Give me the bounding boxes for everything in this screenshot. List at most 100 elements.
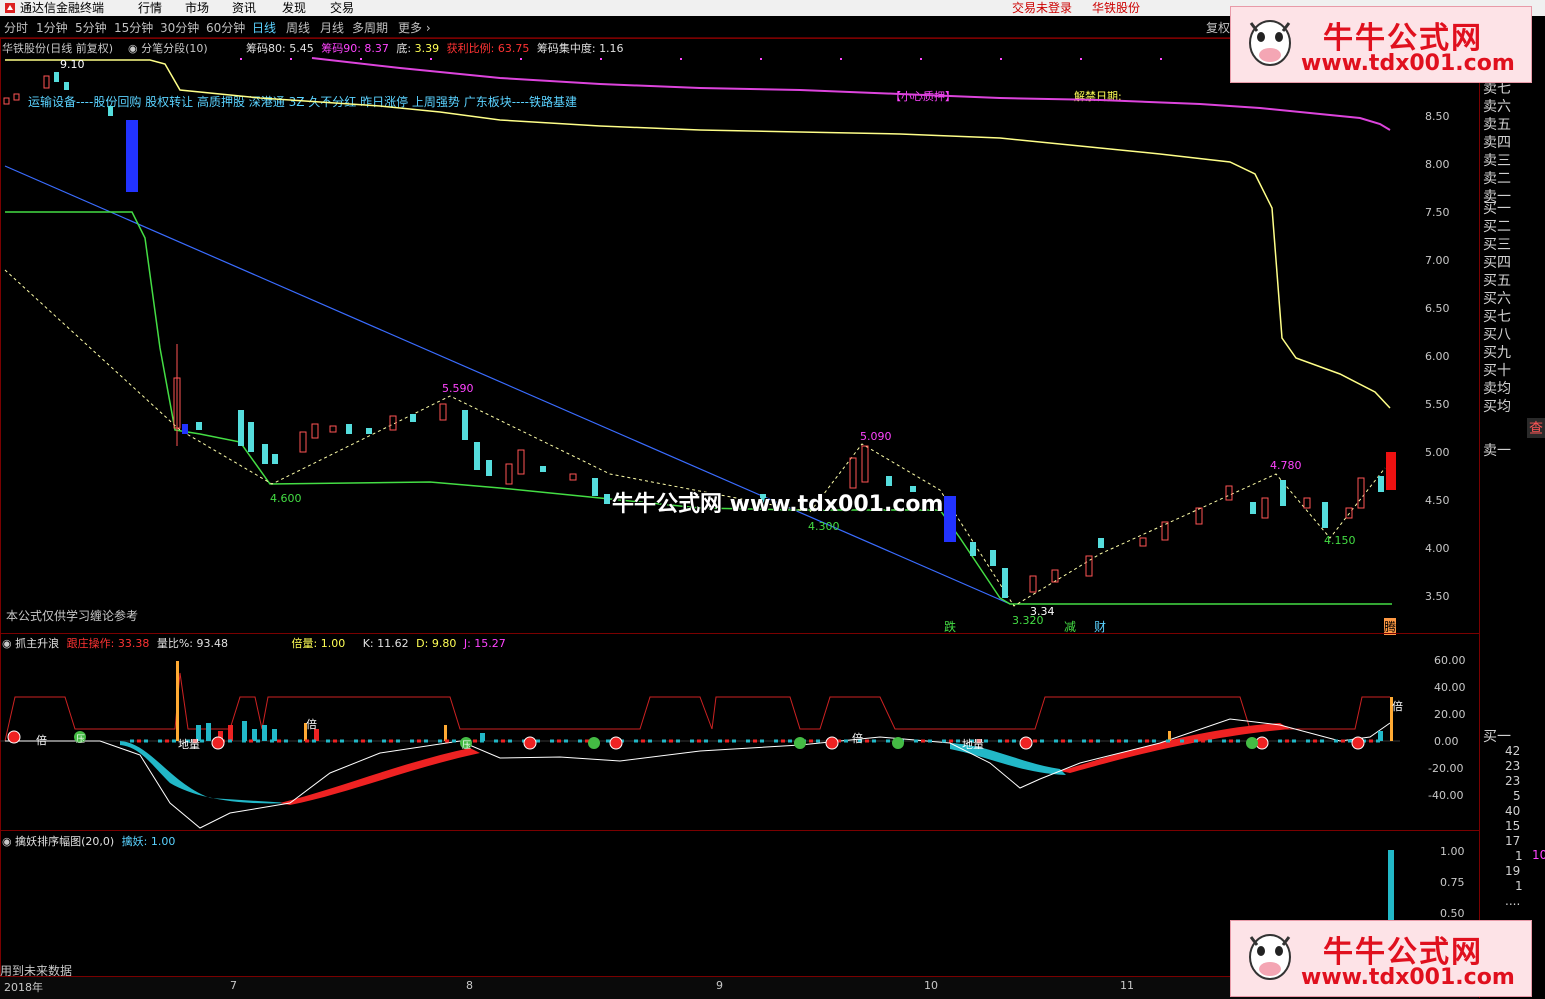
buy-one-label[interactable]: 买一 xyxy=(1483,726,1511,746)
period-5min[interactable]: 5分钟 xyxy=(75,19,107,36)
candlestick-chart[interactable] xyxy=(0,38,1478,632)
sub2-f1-label: 擒妖: xyxy=(121,835,148,848)
y-tick: 7.00 xyxy=(1425,254,1450,267)
sub2-f1-value: 1.00 xyxy=(150,835,176,848)
y-tick: 5.50 xyxy=(1425,398,1450,411)
buy-level[interactable]: 买五 xyxy=(1483,270,1511,290)
sell-level[interactable]: 卖五 xyxy=(1483,114,1511,134)
marker-double-volume: 倍 xyxy=(852,732,863,745)
y-tick: 7.50 xyxy=(1425,206,1450,219)
y-tick: 0.00 xyxy=(1434,735,1459,748)
sell-level[interactable]: 卖三 xyxy=(1483,150,1511,170)
date-label: 2018年 xyxy=(4,981,43,994)
menu-news[interactable]: 资讯 xyxy=(232,0,256,16)
y-tick: -20.00 xyxy=(1428,762,1464,775)
y-tick: 8.00 xyxy=(1425,158,1450,171)
support-line xyxy=(5,211,1392,605)
period-monthly[interactable]: 月线 xyxy=(320,19,344,36)
period-intraday[interactable]: 分时 xyxy=(4,19,28,36)
date-label: 10 xyxy=(924,979,938,992)
red-ribbon-2 xyxy=(1060,723,1290,773)
cyan-ribbon xyxy=(120,741,290,804)
buy-level[interactable]: 买九 xyxy=(1483,342,1511,362)
buy-average: 买均 xyxy=(1483,399,1511,415)
candles xyxy=(3,72,1396,598)
sell-average: 卖均 xyxy=(1483,381,1511,397)
indicator-chart-1[interactable] xyxy=(0,633,1478,829)
sell-level[interactable]: 卖四 xyxy=(1483,132,1511,152)
red-ribbon xyxy=(280,748,480,805)
y-tick: 8.50 xyxy=(1425,110,1450,123)
period-toolbar: 分时 1分钟 5分钟 15分钟 30分钟 60分钟 日线 周线 月线 多周期 更… xyxy=(0,17,1230,38)
period-1min[interactable]: 1分钟 xyxy=(36,19,68,36)
date-label: 7 xyxy=(230,979,237,992)
cow-logo-icon xyxy=(1249,934,1291,980)
buy-level[interactable]: 买七 xyxy=(1483,306,1511,326)
sell-one-label[interactable]: 卖一 xyxy=(1483,440,1511,460)
depth-value: 17 xyxy=(1505,834,1521,848)
buy-level[interactable]: 买六 xyxy=(1483,288,1511,308)
period-15min[interactable]: 15分钟 xyxy=(114,19,153,36)
y-tick: 20.00 xyxy=(1434,708,1466,721)
menu-trade[interactable]: 交易 xyxy=(330,0,354,16)
y-tick: 4.50 xyxy=(1425,494,1450,507)
kdj-line xyxy=(5,718,1391,829)
depth-value: 19 xyxy=(1505,864,1521,878)
depth-value: 1 xyxy=(1515,849,1523,863)
zigzag-line xyxy=(4,269,1386,607)
trend-line xyxy=(4,165,1011,605)
pivot-label: 3.320 xyxy=(1012,614,1044,627)
menu-discover[interactable]: 发现 xyxy=(282,0,306,16)
depth-side-count: 10 xyxy=(1532,848,1545,862)
y-tick: 0.50 xyxy=(1440,907,1465,920)
pivot-label: 5.590 xyxy=(442,382,474,395)
y-tick: 5.00 xyxy=(1425,446,1450,459)
period-60min[interactable]: 60分钟 xyxy=(206,19,245,36)
sell-level[interactable]: 卖六 xyxy=(1483,96,1511,116)
watermark-bottom: 牛牛公式网 www.tdx001.com xyxy=(1230,920,1532,997)
period-30min[interactable]: 30分钟 xyxy=(160,19,199,36)
buy-level[interactable]: 买二 xyxy=(1483,216,1511,236)
top-dots xyxy=(240,58,1302,60)
watermark-top: 牛牛公式网 www.tdx001.com xyxy=(1230,6,1532,83)
depth-value: 1 xyxy=(1515,879,1523,893)
depth-value: .... xyxy=(1505,894,1521,908)
zone-line xyxy=(4,672,1390,742)
marker-low-volume: 地量 xyxy=(178,738,200,751)
depth-value: 5 xyxy=(1513,789,1521,803)
cow-logo-icon xyxy=(1249,20,1291,66)
depth-value: 40 xyxy=(1505,804,1521,818)
period-more[interactable]: 更多 › xyxy=(398,19,431,36)
query-button[interactable]: 查 xyxy=(1527,418,1545,438)
y-tick: 6.00 xyxy=(1425,350,1450,363)
sell-level[interactable]: 卖二 xyxy=(1483,168,1511,188)
period-multi[interactable]: 多周期 xyxy=(352,19,388,36)
sub2-info-bar: ◉ 擒妖排序幅图(20,0) 擒妖: 1.00 xyxy=(2,833,175,849)
buy-level[interactable]: 买四 xyxy=(1483,252,1511,272)
app-logo-icon xyxy=(4,0,16,16)
buy-level[interactable]: 买三 xyxy=(1483,234,1511,254)
restore-button[interactable]: 复权 xyxy=(1206,19,1230,36)
menu-market[interactable]: 市场 xyxy=(185,0,209,16)
depth-value: 15 xyxy=(1505,819,1521,833)
marker-double-volume: 倍 xyxy=(36,734,47,747)
depth-value: 42 xyxy=(1505,744,1521,758)
date-label: 11 xyxy=(1120,979,1134,992)
period-weekly[interactable]: 周线 xyxy=(286,19,310,36)
buy-level[interactable]: 买十 xyxy=(1483,360,1511,380)
pivot-label: 9.10 xyxy=(60,58,85,71)
sub2-toggle-icon[interactable]: ◉ xyxy=(2,835,12,848)
y-tick: 0.75 xyxy=(1440,876,1465,889)
period-daily[interactable]: 日线 xyxy=(252,19,276,36)
y-tick: 60.00 xyxy=(1434,654,1466,667)
buy-level[interactable]: 买一 xyxy=(1483,198,1511,218)
buy-level[interactable]: 买八 xyxy=(1483,324,1511,344)
pivot-label: 4.780 xyxy=(1270,459,1302,472)
menu-market-quotes[interactable]: 行情 xyxy=(138,0,162,16)
y-tick: -40.00 xyxy=(1428,789,1464,802)
y-tick: 6.50 xyxy=(1425,302,1450,315)
marker-press: 压 xyxy=(462,741,472,751)
login-status[interactable]: 交易未登录 xyxy=(1012,0,1072,16)
marker-press: 压 xyxy=(76,735,86,745)
marker-low-volume: 地量 xyxy=(962,738,984,751)
